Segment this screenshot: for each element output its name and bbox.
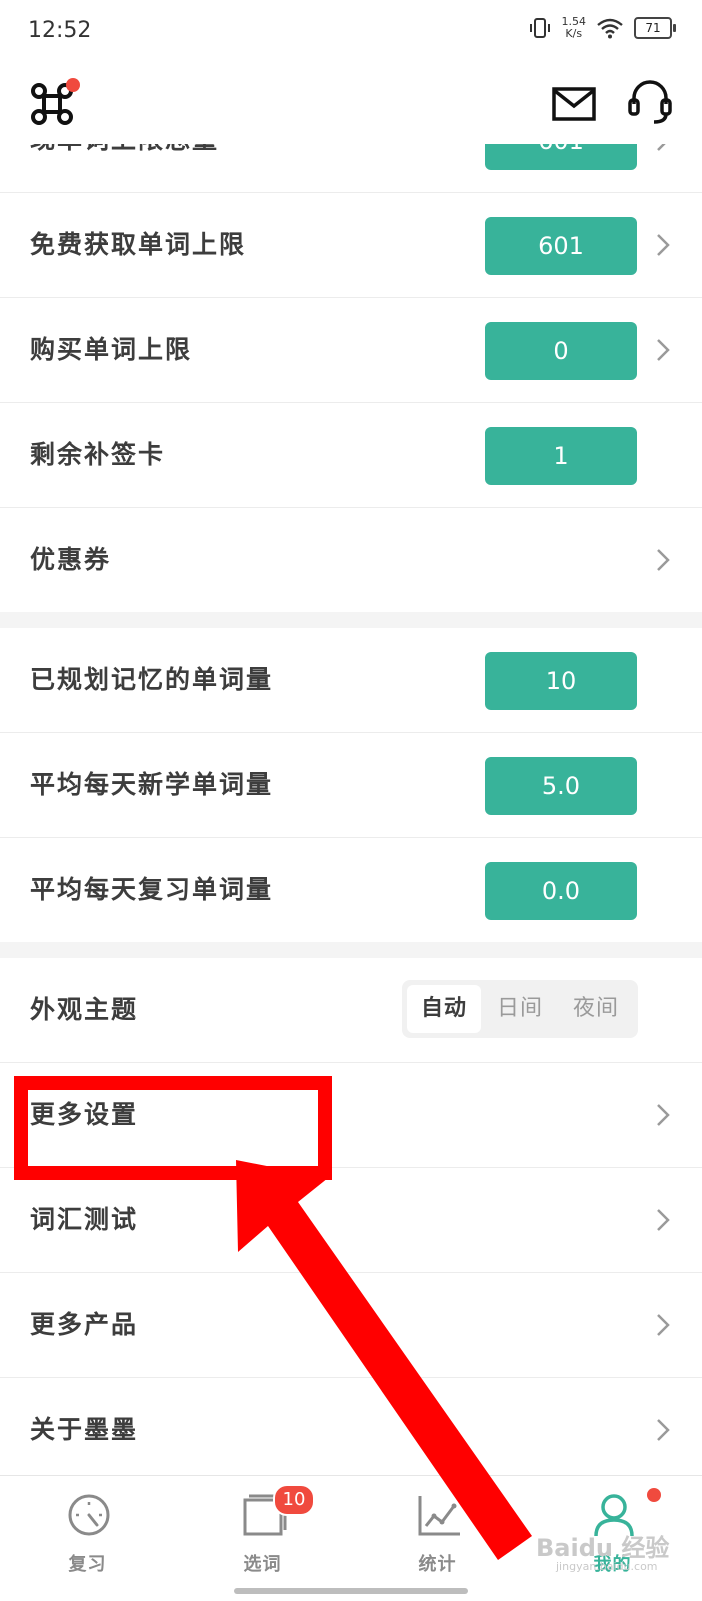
row-label: 更多产品 <box>30 1310 139 1339</box>
account-section: 现单词上限总量 601 免费获取单词上限 601 购买单词上限 0 剩余补签卡 … <box>0 88 702 612</box>
chevron-right-icon <box>657 1209 670 1231</box>
list-item-theme: 外观主题 自动 日间 夜间 <box>0 958 702 1063</box>
row-label: 已规划记忆的单词量 <box>30 665 274 694</box>
status-time: 12:52 <box>28 18 92 43</box>
row-label: 剩余补签卡 <box>30 440 166 469</box>
chevron-right-icon <box>657 234 670 256</box>
annotation-highlight-box <box>14 1076 332 1180</box>
value-pill: 5.0 <box>485 757 637 815</box>
watermark-url: jingyan.baidu.com <box>556 1560 658 1573</box>
wifi-icon <box>597 18 623 39</box>
network-speed: 1.54 K/s <box>562 16 587 40</box>
list-item-daily-review-words: 平均每天复习单词量 0.0 <box>0 838 702 942</box>
settings-list[interactable]: 现单词上限总量 601 免费获取单词上限 601 购买单词上限 0 剩余补签卡 … <box>0 88 702 1483</box>
list-item-coupons[interactable]: 优惠券 <box>0 508 702 612</box>
chart-icon <box>418 1496 460 1536</box>
tab-statistics[interactable]: 统计 <box>350 1476 525 1601</box>
chevron-right-icon <box>657 339 670 361</box>
row-label: 购买单词上限 <box>30 335 193 364</box>
battery-indicator: 71 <box>634 17 676 39</box>
list-item-daily-new-words: 平均每天新学单词量 5.0 <box>0 733 702 838</box>
row-label: 外观主题 <box>30 995 139 1024</box>
value-pill: 0.0 <box>485 862 637 920</box>
vibrate-icon <box>529 18 550 38</box>
value-pill: 1 <box>485 427 637 485</box>
tab-select-words[interactable]: 10 选词 <box>175 1476 350 1601</box>
status-icons: 1.54 K/s 71 <box>528 16 676 40</box>
theme-segmented-control: 自动 日间 夜间 <box>402 980 638 1038</box>
list-item-about[interactable]: 关于墨墨 <box>0 1378 702 1483</box>
tab-badge: 10 <box>273 1484 315 1516</box>
list-item-purchased-word-limit[interactable]: 购买单词上限 0 <box>0 298 702 403</box>
status-bar: 12:52 1.54 K/s 71 <box>0 0 702 64</box>
tab-label: 选词 <box>243 1554 282 1575</box>
tab-review[interactable]: 复习 <box>0 1476 175 1601</box>
notification-dot <box>66 78 80 92</box>
row-label: 关于墨墨 <box>30 1415 139 1444</box>
top-bar <box>0 64 702 144</box>
list-item-makeup-cards: 剩余补签卡 1 <box>0 403 702 508</box>
value-pill: 10 <box>485 652 637 710</box>
chevron-right-icon <box>657 1419 670 1441</box>
chevron-right-icon <box>657 1314 670 1336</box>
list-item-vocab-test[interactable]: 词汇测试 <box>0 1168 702 1273</box>
stats-section: 已规划记忆的单词量 10 平均每天新学单词量 5.0 平均每天复习单词量 0.0 <box>0 628 702 942</box>
notification-dot <box>647 1488 661 1502</box>
watermark-logo: Baidu 经验 <box>536 1534 670 1562</box>
tab-label: 统计 <box>418 1554 457 1575</box>
list-item-planned-words: 已规划记忆的单词量 10 <box>0 628 702 733</box>
theme-option-day[interactable]: 日间 <box>483 985 557 1033</box>
theme-option-auto[interactable]: 自动 <box>407 985 481 1033</box>
section-divider <box>0 942 702 958</box>
value-pill: 0 <box>485 322 637 380</box>
row-label: 平均每天复习单词量 <box>30 875 274 904</box>
list-item-more-products[interactable]: 更多产品 <box>0 1273 702 1378</box>
gauge-icon <box>68 1494 110 1536</box>
headset-icon[interactable] <box>628 80 672 126</box>
value-pill: 601 <box>485 217 637 275</box>
tab-label: 复习 <box>68 1554 107 1575</box>
mail-icon[interactable] <box>552 86 596 122</box>
settings-section: 外观主题 自动 日间 夜间 更多设置 词汇测试 更多产品 关于墨墨 <box>0 958 702 1483</box>
theme-option-night[interactable]: 夜间 <box>559 985 633 1033</box>
section-divider <box>0 612 702 628</box>
row-label: 免费获取单词上限 <box>30 230 247 259</box>
list-item-free-word-limit[interactable]: 免费获取单词上限 601 <box>0 193 702 298</box>
row-label: 词汇测试 <box>30 1205 139 1234</box>
network-speed-unit: K/s <box>565 27 583 40</box>
row-label: 优惠券 <box>30 545 112 574</box>
chevron-right-icon <box>657 1104 670 1126</box>
chevron-right-icon <box>657 549 670 571</box>
row-label: 平均每天新学单词量 <box>30 770 274 799</box>
home-indicator[interactable] <box>234 1588 468 1594</box>
